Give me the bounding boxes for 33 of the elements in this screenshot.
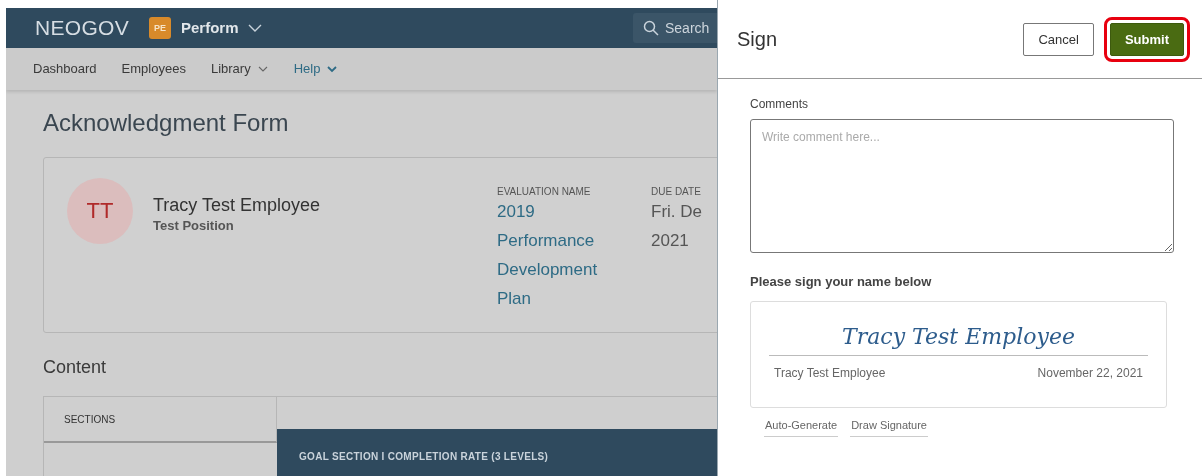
search-icon <box>643 19 659 36</box>
due-date: 2021 <box>651 230 689 252</box>
signature-date: November 22, 2021 <box>1037 366 1143 380</box>
signature-option-link[interactable]: Auto-Generate <box>764 417 839 437</box>
comment-field[interactable]: Write comment here... <box>750 119 1174 253</box>
menu-tab[interactable]: Library <box>210 61 269 77</box>
signature-prompt: Please sign your name below <box>750 274 932 289</box>
avatar: TT <box>67 178 133 244</box>
brand-name[interactable]: NEOGOV <box>35 15 129 40</box>
panel-title: Sign <box>737 27 778 51</box>
due-date: Fri. De <box>651 201 702 223</box>
section-banner: GOAL SECTION I COMPLETION RATE (3 LEVELS) <box>277 429 717 476</box>
app-badge: PE <box>149 16 171 39</box>
menu-tab[interactable]: Dashboard <box>33 61 97 77</box>
signature-option-link[interactable]: Draw Signature <box>850 417 928 437</box>
signer-name: Tracy Test Employee <box>774 366 886 380</box>
employee-name: Tracy Test Employee <box>153 195 321 216</box>
menu-tab[interactable]: Employees <box>121 61 186 77</box>
field-label: DUE DATE <box>651 186 701 197</box>
submit-button[interactable]: Submit <box>1109 22 1184 56</box>
evaluation-name[interactable]: 2019 Performance Development Plan <box>497 197 622 313</box>
menu-tab[interactable]: Help <box>293 61 339 77</box>
app-switcher[interactable]: Perform <box>181 19 263 37</box>
cancel-button[interactable]: Cancel <box>1023 22 1094 56</box>
chevron-down-icon <box>246 22 263 33</box>
section-title: Content <box>43 357 108 379</box>
search-field[interactable]: Search <box>633 12 717 43</box>
field-label: EVALUATION NAME <box>497 186 591 197</box>
page-title: Acknowledgment Form <box>43 108 290 138</box>
comments-label: Comments <box>750 97 808 111</box>
handwritten-signature: Tracy Test Employee <box>842 324 1075 349</box>
sections-header: SECTIONS <box>64 413 116 425</box>
employee-position: Test Position <box>153 218 234 233</box>
